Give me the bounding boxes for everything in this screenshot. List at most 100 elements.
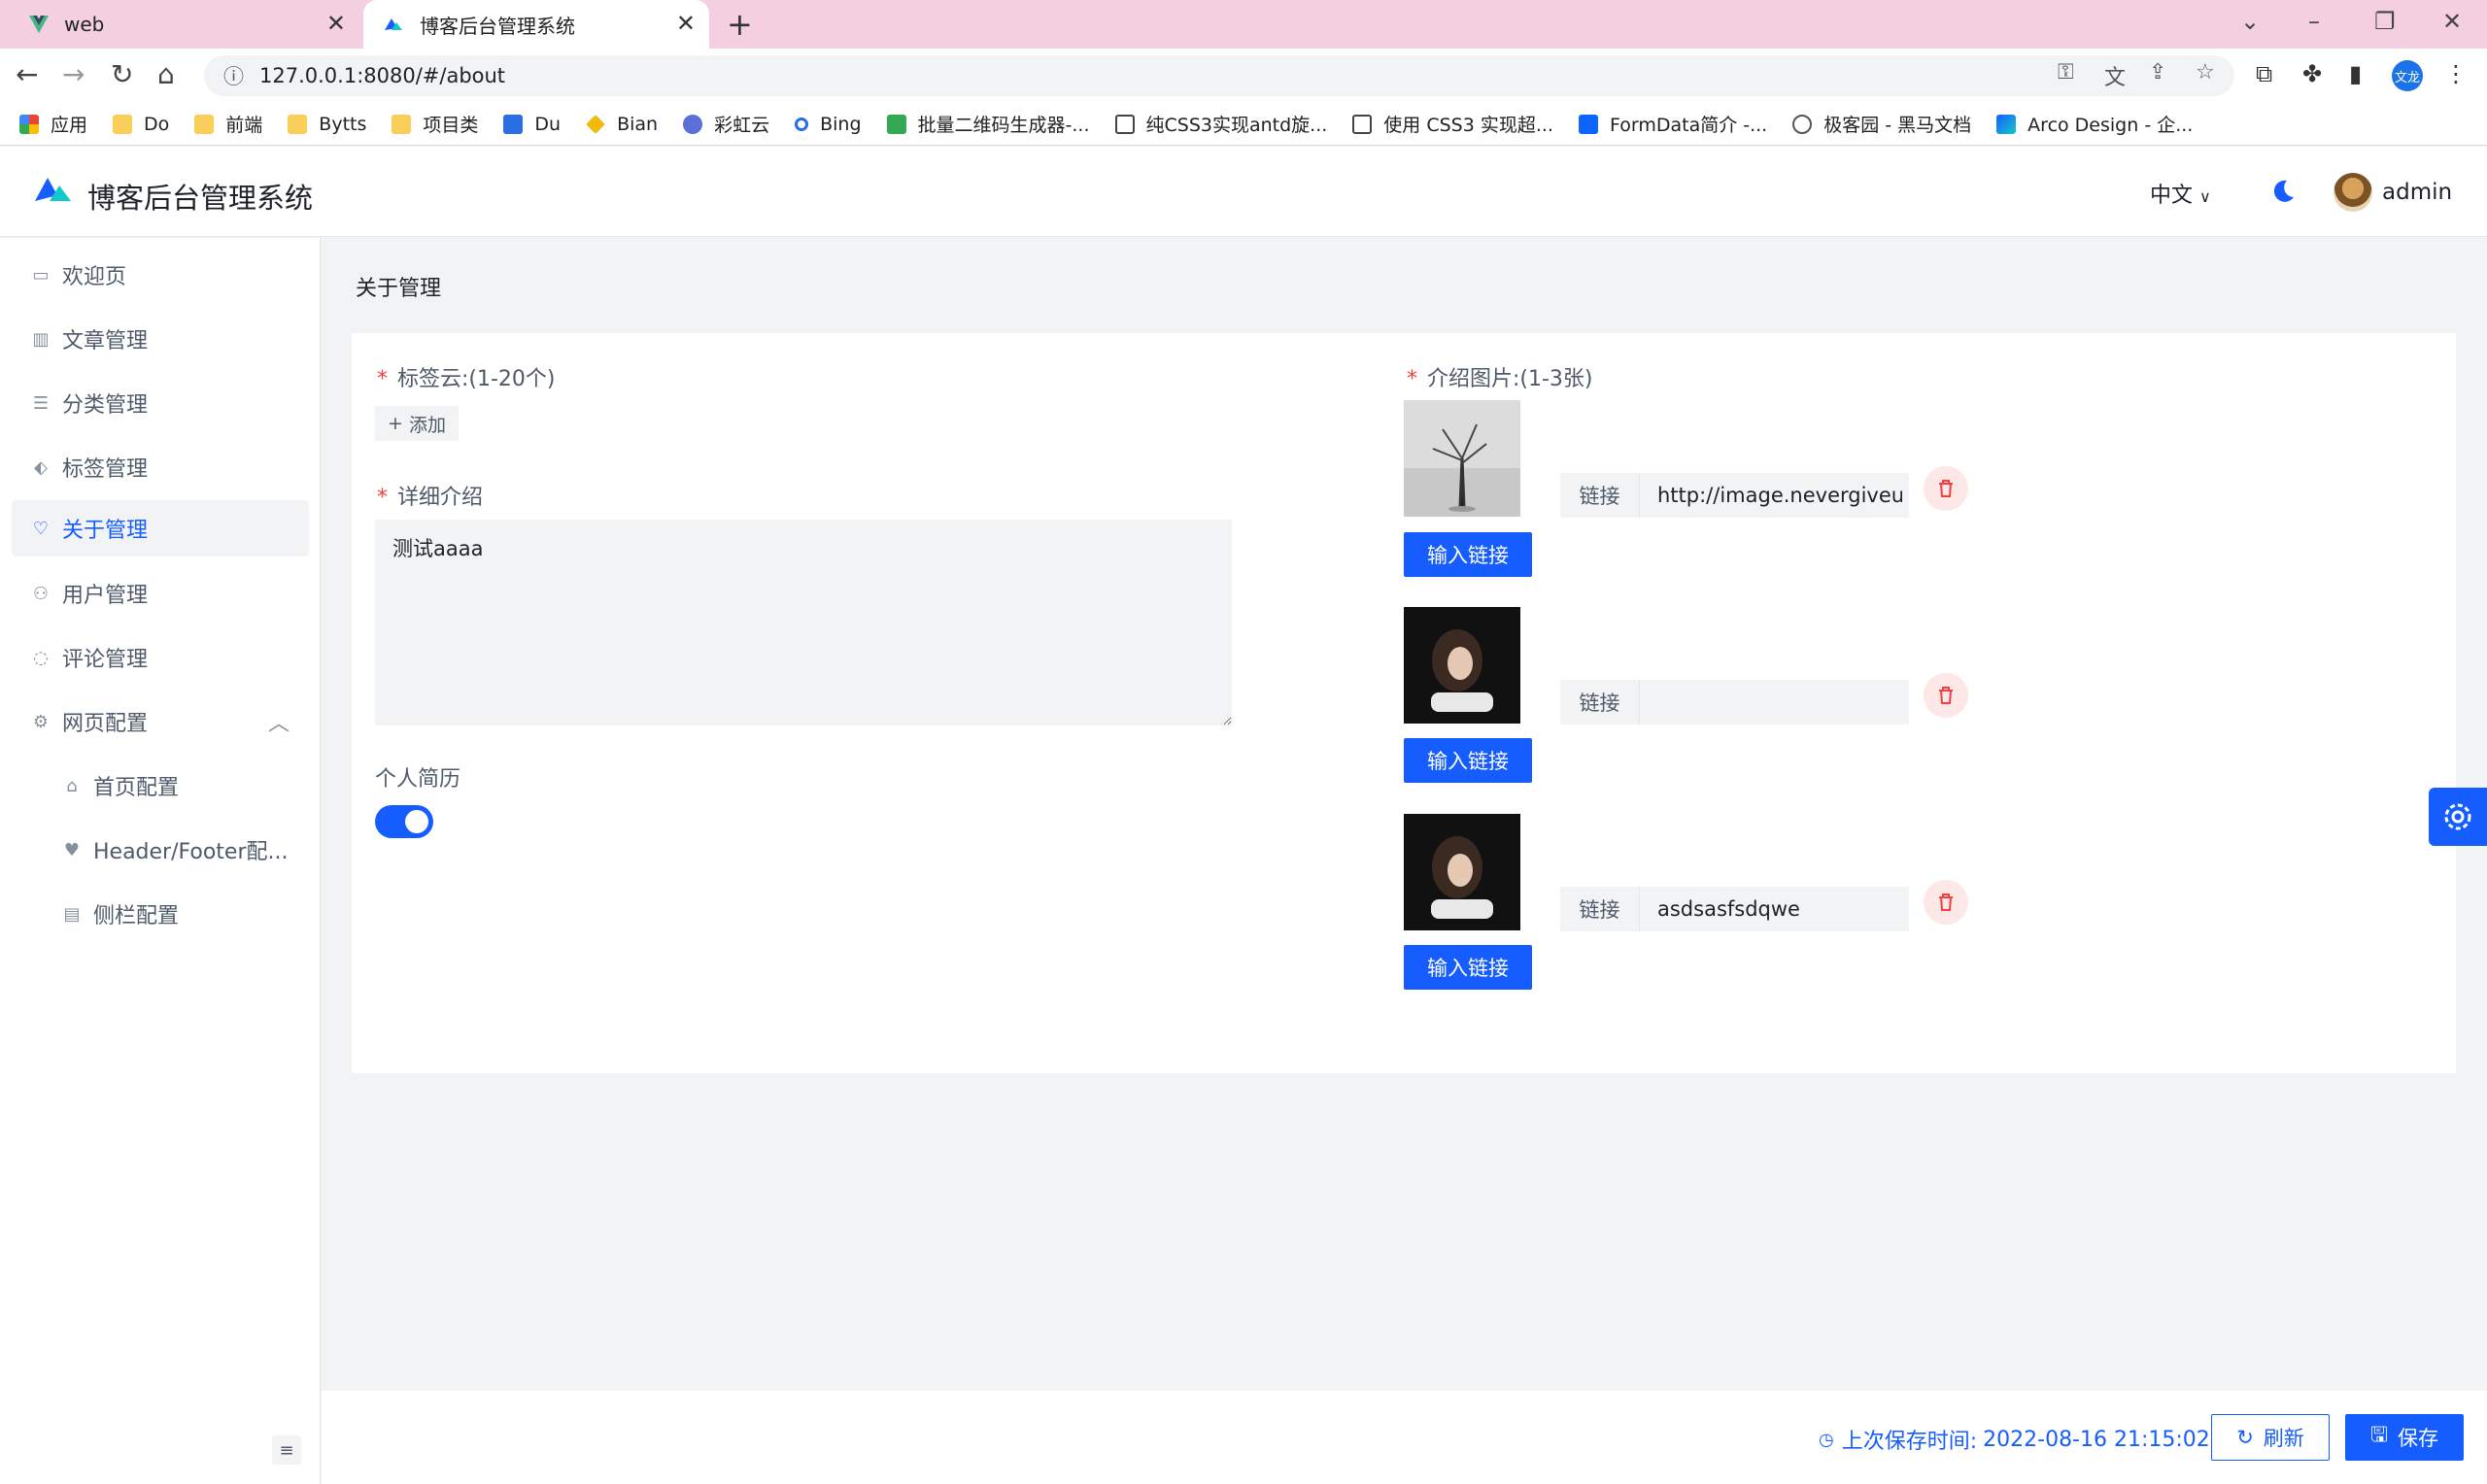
tag-icon: ⬖ <box>34 456 48 478</box>
link-value[interactable]: asdsasfsdqwe <box>1640 897 1902 921</box>
delete-image-button[interactable] <box>1924 673 1968 718</box>
sidebar-item-welcome[interactable]: ▭ 欢迎页 <box>12 247 309 303</box>
enter-link-button[interactable]: 输入链接 <box>1404 945 1532 990</box>
info-icon: ⓘ <box>223 65 244 88</box>
resume-toggle[interactable] <box>375 805 433 838</box>
cloud-icon <box>683 114 703 134</box>
zhihu-icon <box>1578 114 1598 134</box>
image-link-input[interactable]: 链接 <box>1560 680 1909 725</box>
settings-float-button[interactable] <box>2429 788 2487 846</box>
key-icon[interactable]: ⚿ <box>2058 60 2074 84</box>
book-icon: ▥ <box>32 328 50 350</box>
trash-icon <box>1939 894 1953 911</box>
image-link-input[interactable]: 链接 http://image.nevergiveup <box>1560 473 1909 518</box>
tab-search-icon[interactable]: ⌄ <box>2240 8 2260 35</box>
collapse-sidebar-icon[interactable]: ≡ <box>272 1435 301 1465</box>
calendar-icon: ▭ <box>32 264 50 286</box>
chevron-down-icon: ∨ <box>2199 187 2211 206</box>
close-tab-icon[interactable]: ✕ <box>676 10 696 37</box>
link-value[interactable]: http://image.nevergiveup <box>1640 484 1902 507</box>
bookmark-item[interactable]: Bian <box>586 114 658 135</box>
bookmark-item[interactable]: 使用 CSS3 实现超... <box>1352 111 1553 137</box>
arco-logo-icon <box>385 18 402 30</box>
app-header: 博客后台管理系统 中文 ∨ admin <box>0 147 2487 237</box>
extension-counter-icon[interactable]: ⧉ <box>2256 60 2272 87</box>
sidebar-item-categories[interactable]: ☰ 分类管理 <box>12 375 309 431</box>
new-tab-icon[interactable]: + <box>727 6 753 43</box>
intro-image-thumbnail[interactable] <box>1404 607 1520 724</box>
delete-image-button[interactable] <box>1924 466 1968 511</box>
share-icon[interactable]: ⇪ <box>2149 60 2166 84</box>
puzzle-icon[interactable]: ✤ <box>2302 60 2322 87</box>
save-icon: 🖫 <box>2370 1422 2388 1446</box>
bookmark-item[interactable]: 彩虹云 <box>683 111 769 137</box>
sidebar-item-comments[interactable]: ◌ 评论管理 <box>12 629 309 686</box>
bookmark-item[interactable]: FormData简介 -... <box>1578 111 1767 137</box>
storage-icon: ☰ <box>32 392 50 414</box>
intro-image-thumbnail[interactable] <box>1404 814 1520 930</box>
restore-icon[interactable]: ❐ <box>2374 8 2396 35</box>
last-save-time: ◷ 上次保存时间: 2022-08-16 21:15:02 <box>1819 1427 2210 1455</box>
binance-icon <box>586 114 605 134</box>
sidebar-item-tags[interactable]: ⬖ 标签管理 <box>12 439 309 495</box>
address-bar[interactable]: ⓘ 127.0.0.1:8080/#/about <box>204 55 2234 96</box>
link-prefix: 链接 <box>1560 473 1640 518</box>
sidebar-item-about[interactable]: ♡ 关于管理 <box>12 500 309 556</box>
language-switcher[interactable]: 中文 ∨ <box>2150 178 2211 209</box>
clock-icon: ◷ <box>1819 1429 1834 1450</box>
tag-cloud-label: * 标签云:(1-20个) <box>377 367 556 391</box>
profile-avatar[interactable]: 文龙 <box>2392 60 2423 91</box>
close-tab-icon[interactable]: ✕ <box>326 10 346 37</box>
sidebar-item-users[interactable]: ⚇ 用户管理 <box>12 565 309 622</box>
close-window-icon[interactable]: ✕ <box>2442 8 2462 35</box>
intro-image-thumbnail[interactable] <box>1404 400 1520 517</box>
image-link-input[interactable]: 链接 asdsasfsdqwe <box>1560 887 1909 931</box>
username[interactable]: admin <box>2382 180 2452 205</box>
browser-tab-web[interactable]: web ✕ <box>10 0 359 49</box>
detail-textarea[interactable]: 测试aaaa <box>375 520 1232 725</box>
bookmark-item[interactable]: 前端 <box>194 111 262 137</box>
images-label: * 介绍图片:(1-3张) <box>1407 367 1593 391</box>
browser-tab-strip: web ✕ 博客后台管理系统 ✕ + ⌄ – ❐ ✕ <box>0 0 2487 49</box>
bookmark-item[interactable]: Arco Design - 企... <box>1996 111 2193 137</box>
globe-icon <box>1792 114 1813 134</box>
bookmark-item[interactable]: 项目类 <box>392 111 478 137</box>
bookmark-item[interactable]: 纯CSS3实现antd旋... <box>1114 111 1327 137</box>
save-button[interactable]: 🖫 保存 <box>2345 1414 2464 1461</box>
message-icon: ◌ <box>33 647 49 668</box>
forward-icon[interactable]: → <box>62 58 85 90</box>
tab-title: 博客后台管理系统 <box>420 14 575 38</box>
dark-mode-moon-icon[interactable] <box>2269 178 2297 205</box>
bookmark-item[interactable]: 应用 <box>19 111 87 137</box>
bookmark-item[interactable]: Do <box>113 114 169 135</box>
sidebar-item-articles[interactable]: ▥ 文章管理 <box>12 311 309 367</box>
browser-tab-active[interactable]: 博客后台管理系统 ✕ <box>363 0 709 49</box>
bookmark-item[interactable]: Bytts <box>288 114 366 135</box>
home-icon[interactable]: ⌂ <box>157 58 175 90</box>
bookmark-item[interactable]: 极客园 - 黑马文档 <box>1792 111 1971 137</box>
bookmark-item[interactable]: Du <box>503 114 561 135</box>
enter-link-button[interactable]: 输入链接 <box>1404 738 1532 783</box>
browser-toolbar: ← → ↻ ⌂ ⓘ 127.0.0.1:8080/#/about ⚿ 文 ⇪ ☆… <box>0 49 2487 103</box>
delete-image-button[interactable] <box>1924 880 1968 925</box>
bookmark-item[interactable]: 批量二维码生成器-... <box>886 111 1090 137</box>
add-tag-button[interactable]: + 添加 <box>375 406 459 441</box>
sidebar-item-header-footer-config[interactable]: ♥ Header/Footer配... <box>12 822 309 878</box>
sidebar-item-home-config[interactable]: ⌂ 首页配置 <box>12 758 309 814</box>
side-panel-icon[interactable]: ▮ <box>2349 60 2362 87</box>
enter-link-button[interactable]: 输入链接 <box>1404 532 1532 577</box>
more-menu-icon[interactable]: ⋮ <box>2444 60 2468 87</box>
sidebar-item-sidebar-config[interactable]: ▤ 侧栏配置 <box>12 886 309 942</box>
sidebar-item-web-config[interactable]: ⚙ 网页配置 ︿ <box>12 693 309 750</box>
translate-icon[interactable]: 文 <box>2104 60 2126 91</box>
back-icon[interactable]: ← <box>16 58 38 90</box>
minimize-icon[interactable]: – <box>2308 8 2320 35</box>
trash-icon <box>1939 480 1953 497</box>
bookmark-star-icon[interactable]: ☆ <box>2196 60 2215 84</box>
refresh-button[interactable]: ↻ 刷新 <box>2211 1414 2330 1461</box>
folder-icon <box>288 114 308 134</box>
reload-icon[interactable]: ↻ <box>111 58 133 90</box>
web-page-icon <box>1352 114 1373 134</box>
bookmark-item[interactable]: Bing <box>795 114 862 135</box>
user-avatar[interactable] <box>2334 173 2372 212</box>
